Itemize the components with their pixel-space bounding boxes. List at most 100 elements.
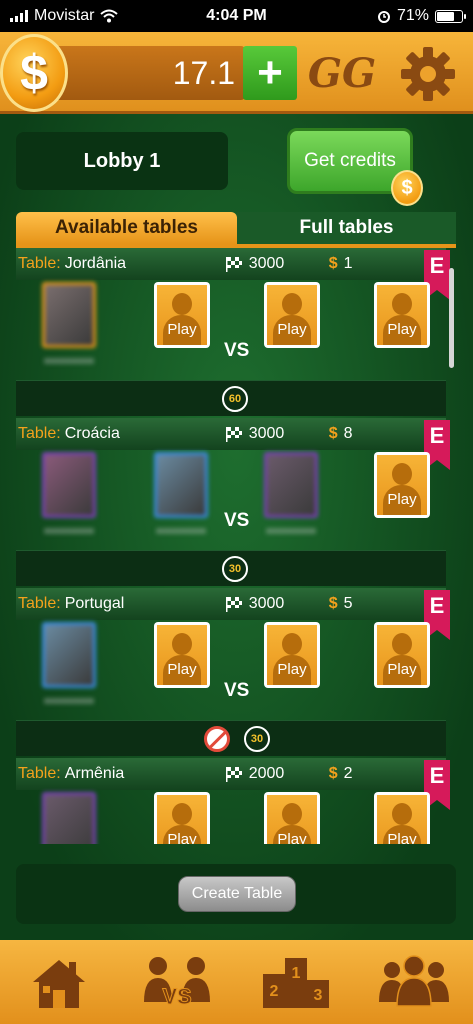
play-seat-button[interactable]: Play: [154, 792, 210, 844]
home-icon: [33, 960, 86, 1008]
player-name-blurred: [266, 528, 316, 534]
dollar-icon: $: [328, 255, 338, 272]
create-table-button[interactable]: Create Table: [178, 876, 296, 912]
seat-silhouette-icon: [282, 293, 302, 315]
signal-icon: [10, 10, 28, 22]
play-label: Play: [387, 321, 417, 338]
status-right: 71%: [293, 7, 466, 25]
table-bet: 8: [343, 425, 353, 442]
nav-ranking[interactable]: 1 2 3: [256, 947, 336, 1017]
table-bet: 1: [343, 255, 353, 272]
play-seat-button[interactable]: Play: [374, 282, 430, 348]
table-row[interactable]: Table: Jordânia 3000 $ 1 E Play Play Play V…: [16, 248, 450, 418]
play-label: Play: [277, 831, 307, 844]
table-label: Table:: [18, 595, 61, 612]
versus-label: VS: [224, 680, 250, 701]
player-name-blurred: [44, 698, 94, 704]
nav-versus[interactable]: VS: [137, 947, 217, 1017]
bottom-nav: VS 1 2 3: [0, 940, 473, 1024]
play-seat-button[interactable]: Play: [374, 792, 430, 844]
lobby-name: Lobby 1: [16, 132, 228, 190]
seat-silhouette-icon: [392, 633, 412, 655]
seat-silhouette-icon: [172, 803, 192, 825]
player-avatar[interactable]: [42, 622, 96, 688]
nav-home[interactable]: [19, 947, 99, 1017]
dollar-icon: $: [328, 425, 338, 442]
play-label: Play: [277, 321, 307, 338]
table-list[interactable]: Table: Armênia 2000 $ 2 E PlayPlayPlayVS…: [16, 248, 456, 844]
play-seat-button[interactable]: Play: [154, 282, 210, 348]
play-seat-button[interactable]: Play: [374, 452, 430, 518]
table-label: Table:: [18, 765, 61, 782]
versus-text: VS: [163, 984, 192, 1009]
top-bar: 17.1 $ + GG: [0, 32, 473, 114]
battery-percent: 71%: [396, 7, 429, 24]
turn-timer-icon: 60: [222, 386, 248, 412]
play-seat-button[interactable]: Play: [264, 282, 320, 348]
table-points: 3000: [248, 255, 285, 272]
status-bar: Movistar 4:04 PM 71%: [0, 0, 473, 32]
play-label: Play: [167, 831, 197, 844]
podium-third: 3: [313, 987, 322, 1004]
player-name-blurred: [44, 528, 94, 534]
player-avatar[interactable]: [42, 282, 96, 348]
turn-timer-icon: 30: [222, 556, 248, 582]
nav-friends[interactable]: [374, 947, 454, 1017]
table-points: 3000: [248, 425, 285, 442]
tab-available-tables[interactable]: Available tables: [16, 212, 237, 244]
player-avatar[interactable]: [42, 792, 96, 844]
checkered-flag-icon: [225, 767, 242, 782]
versus-label: VS: [224, 510, 250, 531]
play-label: Play: [167, 661, 197, 678]
table-row[interactable]: Table: Armênia 2000 $ 2 E PlayPlayPlayVS: [16, 758, 450, 844]
table-name: Jordânia: [64, 255, 127, 272]
lobby-panel: Lobby 1 Get credits $ Available tables F…: [0, 114, 473, 940]
checkered-flag-icon: [225, 597, 242, 612]
tab-full-tables[interactable]: Full tables: [237, 212, 456, 244]
podium-first: 1: [291, 965, 300, 982]
table-name: Armênia: [64, 765, 125, 782]
table-row[interactable]: Table: Croácia 3000 $ 8 E Play VS 30: [16, 418, 450, 588]
table-footer: 60: [16, 380, 446, 416]
table-footer: 30: [16, 720, 446, 756]
table-points: 2000: [248, 765, 285, 782]
table-tabs: Available tables Full tables: [16, 212, 456, 244]
seat-silhouette-icon: [282, 803, 302, 825]
player-avatar[interactable]: [264, 452, 318, 518]
turn-timer-icon: 30: [244, 726, 270, 752]
player-name-blurred: [44, 358, 94, 364]
seat-silhouette-icon: [392, 293, 412, 315]
checkered-flag-icon: [225, 257, 242, 272]
dollar-icon: $: [328, 595, 338, 612]
dollar-icon: $: [328, 765, 338, 782]
table-header: Table: Armênia 2000 $ 2: [16, 758, 446, 790]
play-seat-button[interactable]: Play: [154, 622, 210, 688]
ranking-podium-icon: 1 2 3: [262, 958, 329, 1008]
table-row[interactable]: Table: Portugal 3000 $ 5 E Play Play Play V…: [16, 588, 450, 758]
seat-silhouette-icon: [392, 803, 412, 825]
create-table-panel: Create Table: [16, 864, 456, 924]
play-seat-button[interactable]: Play: [264, 622, 320, 688]
add-balance-button[interactable]: +: [243, 46, 297, 100]
checkered-flag-icon: [225, 427, 242, 442]
wifi-icon: [100, 9, 119, 23]
credits-coin-icon: $: [391, 170, 423, 206]
table-bet: 5: [343, 595, 353, 612]
friends-icon: [378, 955, 449, 1007]
no-chat-icon: [204, 726, 230, 752]
status-left: Movistar: [10, 7, 180, 25]
play-seat-button[interactable]: Play: [264, 792, 320, 844]
player-avatar[interactable]: [154, 452, 208, 518]
table-name: Portugal: [64, 595, 125, 612]
play-seat-button[interactable]: Play: [374, 622, 430, 688]
player-avatar[interactable]: [42, 452, 96, 518]
scrollbar[interactable]: [449, 268, 454, 368]
alarm-icon: [377, 11, 390, 23]
carrier-name: Movistar: [34, 7, 95, 24]
play-label: Play: [167, 321, 197, 338]
settings-gear-icon[interactable]: [396, 42, 460, 106]
versus-label: VS: [224, 340, 250, 361]
play-label: Play: [277, 661, 307, 678]
gg-logo-button[interactable]: GG: [308, 44, 376, 102]
table-points: 3000: [248, 595, 285, 612]
